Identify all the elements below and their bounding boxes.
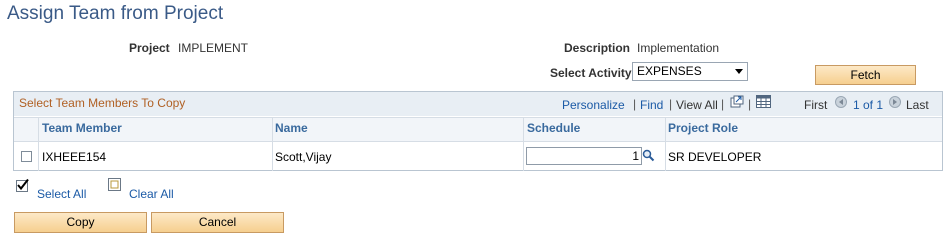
project-label: Project <box>129 41 170 55</box>
clear-all-link[interactable]: Clear All <box>129 187 174 201</box>
fetch-button[interactable]: Fetch <box>815 65 916 85</box>
column-header-team-member: Team Member <box>42 121 122 135</box>
pager-first[interactable]: First <box>804 98 827 112</box>
page-title: Assign Team from Project <box>7 3 224 24</box>
select-activity-dropdown[interactable]: EXPENSES <box>632 62 748 81</box>
cell-project-role: SR DEVELOPER <box>668 150 762 164</box>
checkmark-icon[interactable] <box>16 178 30 192</box>
description-label: Description <box>564 41 631 55</box>
pager-last[interactable]: Last <box>906 98 929 112</box>
column-header-name: Name <box>275 121 308 135</box>
select-activity-label: Select Activity <box>550 66 632 80</box>
cancel-button[interactable]: Cancel <box>151 212 284 233</box>
column-divider <box>272 117 273 171</box>
toolbar-separator: | <box>669 97 673 111</box>
personalize-link[interactable]: Personalize <box>562 98 625 112</box>
chevron-down-icon <box>735 69 743 74</box>
prev-arrow-icon[interactable] <box>835 96 847 108</box>
empty-checkbox-icon[interactable] <box>108 178 122 192</box>
toolbar-separator: | <box>721 97 725 111</box>
schedule-input[interactable]: 1 <box>526 147 642 165</box>
toolbar-separator: | <box>633 97 637 111</box>
select-all-link[interactable]: Select All <box>37 187 86 201</box>
grid-title: Select Team Members To Copy <box>19 96 186 110</box>
view-all-link[interactable]: View All <box>676 98 718 112</box>
project-value: IMPLEMENT <box>178 41 249 55</box>
magnifier-icon[interactable] <box>642 149 655 162</box>
copy-button[interactable]: Copy <box>14 212 147 233</box>
column-divider <box>38 117 39 171</box>
column-header-row <box>14 117 942 142</box>
find-link[interactable]: Find <box>640 98 663 112</box>
zoom-icon[interactable] <box>730 95 744 108</box>
select-activity-value: EXPENSES <box>637 64 702 78</box>
pager-range: 1 of 1 <box>853 98 884 112</box>
cell-name: Scott,Vijay <box>275 150 332 164</box>
cell-team-member: IXHEEE154 <box>42 150 107 164</box>
column-header-schedule: Schedule <box>527 121 581 135</box>
description-value: Implementation <box>637 41 720 55</box>
team-members-grid: Select Team Members To Copy Personalize … <box>13 91 943 171</box>
column-divider <box>523 117 524 171</box>
toolbar-separator: | <box>748 97 752 111</box>
next-arrow-icon[interactable] <box>889 96 901 108</box>
column-header-project-role: Project Role <box>668 121 739 135</box>
column-divider <box>665 117 666 171</box>
row-select-checkbox[interactable] <box>21 151 32 162</box>
spreadsheet-icon[interactable] <box>756 95 771 108</box>
grid-header: Select Team Members To Copy Personalize … <box>14 92 942 116</box>
